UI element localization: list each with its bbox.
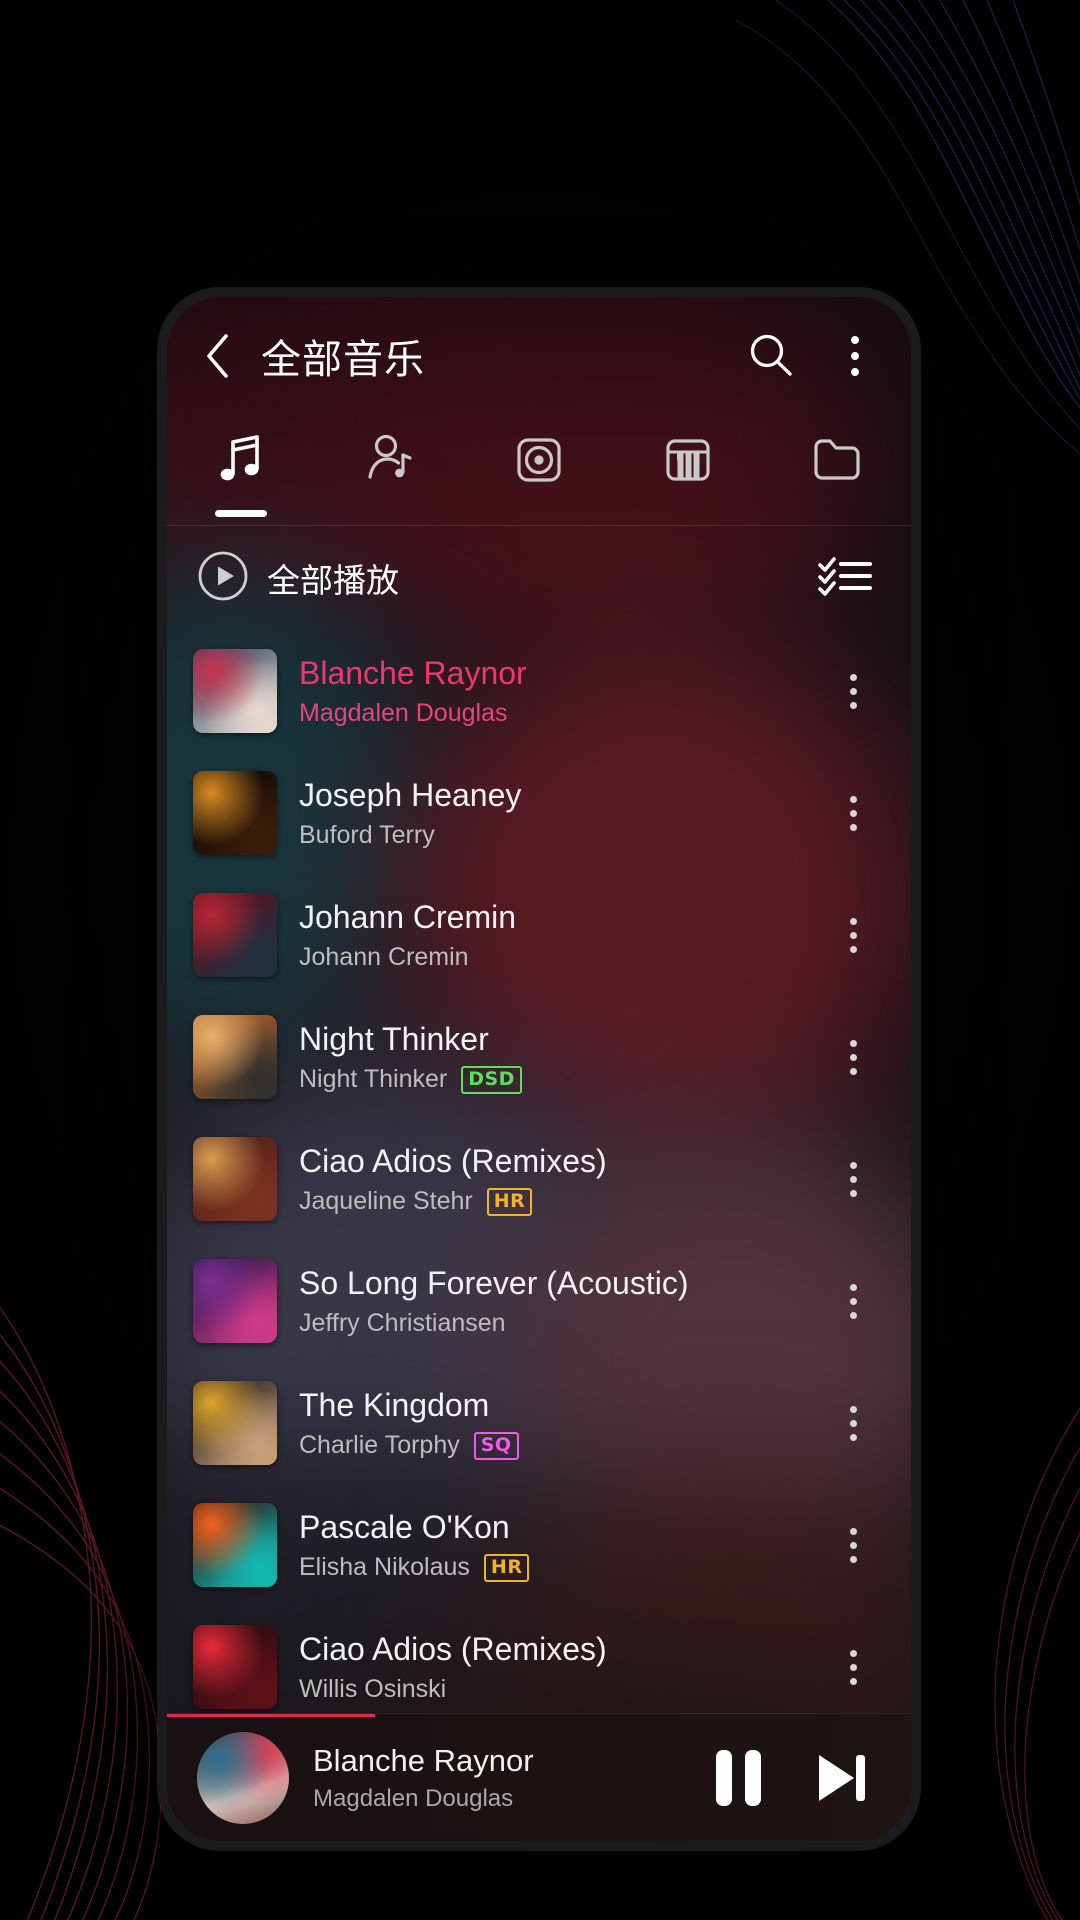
song-subtitle: Johann Cremin: [299, 942, 825, 973]
music-note-icon: [210, 429, 272, 491]
song-album-art: [193, 1625, 277, 1709]
song-overflow-menu-icon[interactable]: [825, 1405, 881, 1441]
song-title: Blanche Raynor: [299, 655, 527, 691]
song-title: Ciao Adios (Remixes): [299, 1631, 607, 1667]
checklist-icon[interactable]: [817, 552, 873, 605]
song-album-art: [193, 893, 277, 977]
quality-badge-sq: SQ: [473, 1431, 519, 1460]
song-list[interactable]: Blanche Raynor Magdalen Douglas Joseph Hea…: [167, 630, 911, 1713]
song-title: Johann Cremin: [299, 899, 516, 935]
search-icon[interactable]: [743, 328, 799, 384]
quality-badge-hr: HR: [483, 1553, 530, 1582]
song-meta: Blanche Raynor Magdalen Douglas: [299, 653, 825, 729]
song-subtitle: Night Thinker DSD: [299, 1064, 825, 1095]
song-row[interactable]: Joseph Heaney Buford Terry: [167, 752, 911, 874]
song-meta: Pascale O'Kon Elisha Nikolaus HR: [299, 1507, 825, 1583]
song-subtitle: Jaqueline Stehr HR: [299, 1186, 825, 1217]
song-album-art: [193, 1381, 277, 1465]
song-overflow-menu-icon[interactable]: [825, 1527, 881, 1563]
song-overflow-menu-icon[interactable]: [825, 917, 881, 953]
song-overflow-menu-icon[interactable]: [825, 1283, 881, 1319]
mini-player-artist: Magdalen Douglas: [313, 1784, 514, 1812]
overflow-menu-icon[interactable]: [833, 328, 877, 384]
playback-progress-bar[interactable]: [167, 1714, 376, 1717]
song-title: So Long Forever (Acoustic): [299, 1265, 689, 1301]
song-title: Joseph Heaney: [299, 777, 522, 813]
song-meta: So Long Forever (Acoustic) Jeffry Christi…: [299, 1263, 825, 1339]
mini-player-meta: Blanche Raynor Magdalen Douglas: [313, 1742, 701, 1814]
song-title: Ciao Adios (Remixes): [299, 1143, 607, 1179]
song-artist: Johann Cremin: [299, 943, 469, 971]
song-subtitle: Charlie Torphy SQ: [299, 1430, 825, 1461]
phone-frame: 全部音乐 全部播放 Blanche Raynor Magdalen Dougla…: [158, 288, 920, 1850]
song-artist: Charlie Torphy: [299, 1431, 460, 1459]
mini-player-album-art[interactable]: [197, 1731, 289, 1824]
song-row[interactable]: Ciao Adios (Remixes) Jaqueline Stehr HR: [167, 1118, 911, 1240]
song-title: The Kingdom: [299, 1387, 490, 1423]
play-all-label: 全部播放: [267, 561, 399, 600]
album-disc-icon: [508, 429, 570, 491]
mini-player[interactable]: Blanche Raynor Magdalen Douglas: [167, 1713, 911, 1841]
piano-keys-icon: [657, 429, 719, 491]
song-artist: Jaqueline Stehr: [299, 1187, 473, 1215]
category-tab-bar: [167, 415, 911, 525]
song-overflow-menu-icon[interactable]: [825, 795, 881, 831]
song-meta: Joseph Heaney Buford Terry: [299, 775, 825, 851]
song-subtitle: Buford Terry: [299, 820, 825, 851]
song-subtitle: Willis Osinski: [299, 1674, 825, 1705]
song-overflow-menu-icon[interactable]: [825, 1649, 881, 1685]
app-bar: 全部音乐: [167, 297, 911, 415]
song-subtitle: Elisha Nikolaus HR: [299, 1552, 825, 1583]
song-artist: Magdalen Douglas: [299, 699, 508, 727]
song-album-art: [193, 649, 277, 733]
song-artist: Elisha Nikolaus: [299, 1553, 470, 1581]
song-overflow-menu-icon[interactable]: [825, 1161, 881, 1197]
song-row[interactable]: The Kingdom Charlie Torphy SQ: [167, 1362, 911, 1484]
artist-icon: [359, 429, 421, 491]
phone-screen: 全部音乐 全部播放 Blanche Raynor Magdalen Dougla…: [167, 297, 911, 1841]
skip-next-icon[interactable]: [803, 1741, 877, 1815]
pause-icon[interactable]: [701, 1741, 775, 1815]
tab-artists[interactable]: [316, 421, 465, 525]
song-row[interactable]: Pascale O'Kon Elisha Nikolaus HR: [167, 1484, 911, 1606]
song-artist: Night Thinker: [299, 1065, 448, 1093]
song-meta: The Kingdom Charlie Torphy SQ: [299, 1385, 825, 1461]
song-row[interactable]: Blanche Raynor Magdalen Douglas: [167, 630, 911, 752]
song-row[interactable]: So Long Forever (Acoustic) Jeffry Christi…: [167, 1240, 911, 1362]
song-title: Night Thinker: [299, 1021, 489, 1057]
song-artist: Jeffry Christiansen: [299, 1309, 506, 1337]
song-title: Pascale O'Kon: [299, 1509, 510, 1545]
song-overflow-menu-icon[interactable]: [825, 1039, 881, 1075]
tab-active-indicator: [215, 510, 268, 517]
folder-icon: [806, 429, 868, 491]
page-title: 全部音乐: [261, 337, 425, 383]
back-icon[interactable]: [195, 333, 241, 379]
song-row[interactable]: Johann Cremin Johann Cremin: [167, 874, 911, 996]
mini-player-title: Blanche Raynor: [313, 1742, 534, 1778]
tab-genres[interactable]: [613, 421, 762, 525]
quality-badge-dsd: DSD: [461, 1065, 522, 1094]
play-circle-icon[interactable]: [197, 550, 249, 607]
song-meta: Ciao Adios (Remixes) Jaqueline Stehr HR: [299, 1141, 825, 1217]
song-album-art: [193, 1259, 277, 1343]
song-row[interactable]: Ciao Adios (Remixes) Willis Osinski: [167, 1606, 911, 1713]
song-artist: Willis Osinski: [299, 1675, 447, 1703]
song-row[interactable]: Night Thinker Night Thinker DSD: [167, 996, 911, 1118]
song-subtitle: Magdalen Douglas: [299, 698, 825, 729]
song-subtitle: Jeffry Christiansen: [299, 1308, 825, 1339]
song-overflow-menu-icon[interactable]: [825, 673, 881, 709]
song-meta: Johann Cremin Johann Cremin: [299, 897, 825, 973]
song-album-art: [193, 1015, 277, 1099]
song-meta: Night Thinker Night Thinker DSD: [299, 1019, 825, 1095]
song-album-art: [193, 771, 277, 855]
song-artist: Buford Terry: [299, 821, 435, 849]
tab-albums[interactable]: [465, 421, 614, 525]
quality-badge-hr: HR: [486, 1187, 533, 1216]
song-album-art: [193, 1503, 277, 1587]
play-all-row[interactable]: 全部播放: [167, 526, 911, 630]
song-meta: Ciao Adios (Remixes) Willis Osinski: [299, 1629, 825, 1705]
song-album-art: [193, 1137, 277, 1221]
tab-folders[interactable]: [762, 421, 911, 525]
tab-songs[interactable]: [167, 421, 316, 525]
